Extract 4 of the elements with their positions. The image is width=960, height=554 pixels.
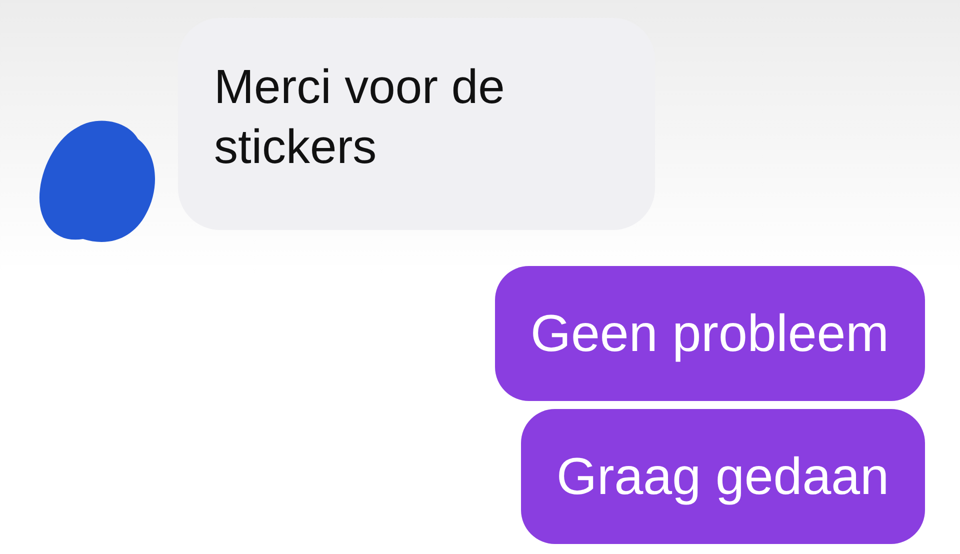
scribble-icon: [38, 119, 156, 245]
message-bubble: Geen probleem: [494, 266, 925, 401]
message-bubble: Graag gedaan: [520, 409, 925, 544]
message-bubble: Merci voor de stickers: [178, 18, 655, 230]
